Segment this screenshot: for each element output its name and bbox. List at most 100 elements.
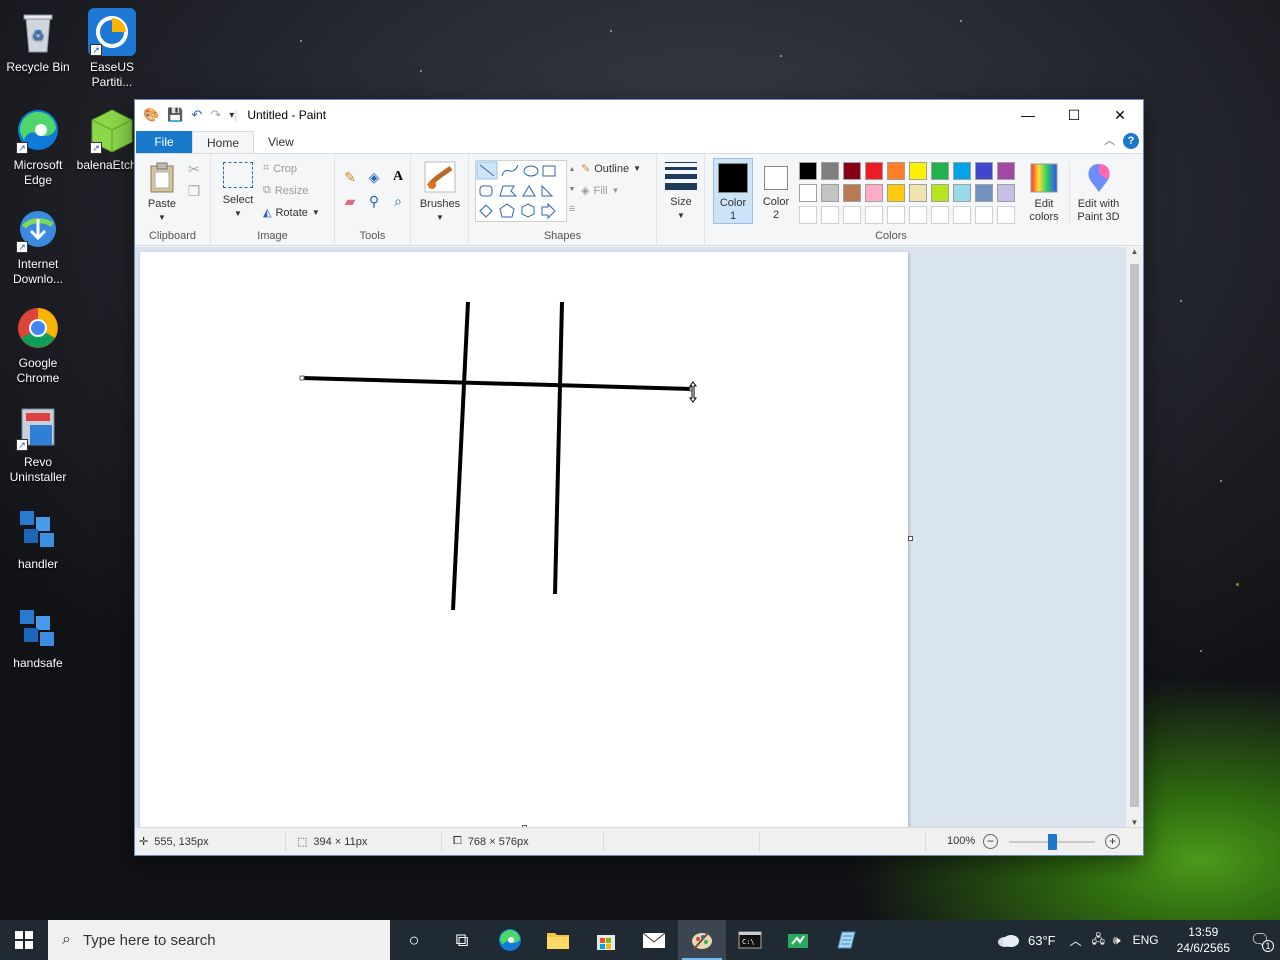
palette-color-swatch[interactable] <box>887 184 905 202</box>
taskbar-mail[interactable] <box>630 920 678 960</box>
color-picker-icon[interactable]: ⚲ <box>365 192 383 210</box>
line-handle-start[interactable] <box>299 375 305 381</box>
edit-colors-button[interactable]: Edit colors <box>1023 162 1065 224</box>
task-view-button[interactable]: ⧉ <box>438 920 486 960</box>
select-button[interactable]: Select ▼ <box>221 162 255 220</box>
zoom-slider-thumb[interactable] <box>1048 834 1057 850</box>
taskbar-paint[interactable] <box>678 920 726 960</box>
desktop-icon-handler[interactable]: handler <box>0 505 76 572</box>
save-icon[interactable]: 💾 <box>167 107 183 123</box>
palette-color-swatch[interactable] <box>799 184 817 202</box>
palette-color-swatch[interactable] <box>931 162 949 180</box>
palette-color-swatch[interactable] <box>975 184 993 202</box>
palette-color-swatch[interactable] <box>975 162 993 180</box>
outline-button[interactable]: ✎ Outline ▼ <box>581 162 641 176</box>
network-icon[interactable]: 🖧 <box>1088 930 1109 951</box>
taskbar-file-explorer[interactable] <box>534 920 582 960</box>
eraser-icon[interactable]: ▰ <box>341 192 359 210</box>
start-button[interactable] <box>0 920 48 960</box>
drawing-canvas[interactable] <box>140 252 908 827</box>
palette-color-swatch[interactable] <box>865 184 883 202</box>
desktop-icon-idm[interactable]: ↗ Internet Downlo... <box>0 205 76 287</box>
custom-color-slot[interactable] <box>821 206 839 224</box>
close-button[interactable]: ✕ <box>1097 100 1143 130</box>
size-button[interactable]: Size ▼ <box>663 162 699 222</box>
undo-icon[interactable]: ↶ <box>191 107 202 123</box>
palette-color-swatch[interactable] <box>931 184 949 202</box>
copy-icon[interactable]: ❐ <box>185 182 203 200</box>
desktop-icon-easeus[interactable]: ↗ EaseUS Partiti... <box>74 8 150 90</box>
taskbar-store[interactable] <box>582 920 630 960</box>
tab-view[interactable]: View <box>254 131 308 153</box>
color-2-button[interactable]: Color 2 <box>757 158 795 224</box>
language-indicator[interactable]: ENG <box>1125 933 1167 947</box>
desktop-icon-recycle-bin[interactable]: ♻ Recycle Bin <box>0 8 76 75</box>
cut-icon[interactable]: ✂ <box>185 160 203 178</box>
redo-icon[interactable]: ↷ <box>210 107 221 123</box>
weather-widget[interactable]: 63°F <box>988 932 1064 948</box>
palette-color-swatch[interactable] <box>843 162 861 180</box>
tab-file[interactable]: File <box>136 131 192 153</box>
crop-button[interactable]: ⌗ Crop <box>263 162 297 175</box>
desktop-icon-handsafe[interactable]: handsafe <box>0 604 76 671</box>
scrollbar-thumb[interactable] <box>1130 264 1139 807</box>
palette-color-swatch[interactable] <box>887 162 905 180</box>
brushes-group[interactable]: Brushes ▼ <box>411 154 469 246</box>
fill-bucket-icon[interactable]: ◈ <box>365 168 383 186</box>
palette-color-swatch[interactable] <box>799 162 817 180</box>
zoom-in-button[interactable]: + <box>1105 834 1120 849</box>
custom-color-slot[interactable] <box>975 206 993 224</box>
help-icon[interactable]: ? <box>1123 133 1139 149</box>
color-1-button[interactable]: Color 1 <box>713 158 753 224</box>
custom-color-slot[interactable] <box>909 206 927 224</box>
custom-color-slot[interactable] <box>865 206 883 224</box>
taskbar-app[interactable] <box>774 920 822 960</box>
desktop-icon-revo[interactable]: ↗ Revo Uninstaller <box>0 403 76 485</box>
maximize-button[interactable]: ☐ <box>1051 100 1097 130</box>
palette-color-swatch[interactable] <box>953 162 971 180</box>
vertical-scrollbar[interactable]: ▲ ▼ <box>1126 247 1143 827</box>
rotate-button[interactable]: ◭ Rotate ▼ <box>263 206 320 220</box>
paint-app-icon[interactable]: 🎨 <box>143 107 159 123</box>
palette-color-swatch[interactable] <box>821 162 839 180</box>
zoom-out-button[interactable]: − <box>983 834 998 849</box>
shapes-gallery[interactable] <box>475 160 567 222</box>
custom-color-slot[interactable] <box>953 206 971 224</box>
taskbar-notepad[interactable] <box>822 920 870 960</box>
zoom-slider[interactable] <box>1009 834 1095 850</box>
palette-color-swatch[interactable] <box>909 162 927 180</box>
custom-color-slot[interactable] <box>799 206 817 224</box>
volume-icon[interactable]: 🕪 <box>1109 933 1125 948</box>
taskbar-terminal[interactable]: C:\ <box>726 920 774 960</box>
cortana-button[interactable]: ○ <box>390 920 438 960</box>
paste-button[interactable]: Paste ▼ <box>145 160 179 224</box>
title-bar[interactable]: 🎨 💾 ↶ ↷ ▾ | Untitled - Paint — ☐ ✕ <box>135 100 1143 130</box>
scroll-up-icon[interactable]: ▲ <box>1126 247 1143 256</box>
show-hidden-icons-icon[interactable]: ︿ <box>1064 932 1088 949</box>
palette-color-swatch[interactable] <box>843 184 861 202</box>
canvas-resize-handle-right[interactable] <box>908 536 913 541</box>
custom-color-slot[interactable] <box>887 206 905 224</box>
taskbar-edge[interactable] <box>486 920 534 960</box>
palette-color-swatch[interactable] <box>997 184 1015 202</box>
scroll-down-icon[interactable]: ▼ <box>1126 818 1143 827</box>
palette-color-swatch[interactable] <box>909 184 927 202</box>
taskbar-search[interactable]: ⌕ Type here to search <box>48 920 390 960</box>
desktop-icon-chrome[interactable]: Google Chrome <box>0 304 76 386</box>
custom-color-slot[interactable] <box>931 206 949 224</box>
palette-color-swatch[interactable] <box>865 162 883 180</box>
resize-button[interactable]: ⧉ Resize <box>263 184 308 197</box>
notification-center-button[interactable]: 🗨 1 <box>1240 920 1280 960</box>
custom-color-slot[interactable] <box>997 206 1015 224</box>
brushes-button[interactable]: Brushes ▼ <box>417 160 463 224</box>
desktop-icon-edge[interactable]: ↗ Microsoft Edge <box>0 106 76 188</box>
tab-home[interactable]: Home <box>192 131 255 153</box>
magnifier-icon[interactable]: ⌕ <box>389 192 407 210</box>
palette-color-swatch[interactable] <box>997 162 1015 180</box>
pencil-icon[interactable]: ✎ <box>341 168 359 186</box>
minimize-button[interactable]: — <box>1005 100 1051 130</box>
collapse-ribbon-icon[interactable]: ︿ <box>1104 132 1115 148</box>
shapes-scroll[interactable]: ▲ ▼ ☰ <box>567 160 577 222</box>
palette-color-swatch[interactable] <box>821 184 839 202</box>
clock[interactable]: 13:59 24/6/2565 <box>1167 924 1240 956</box>
